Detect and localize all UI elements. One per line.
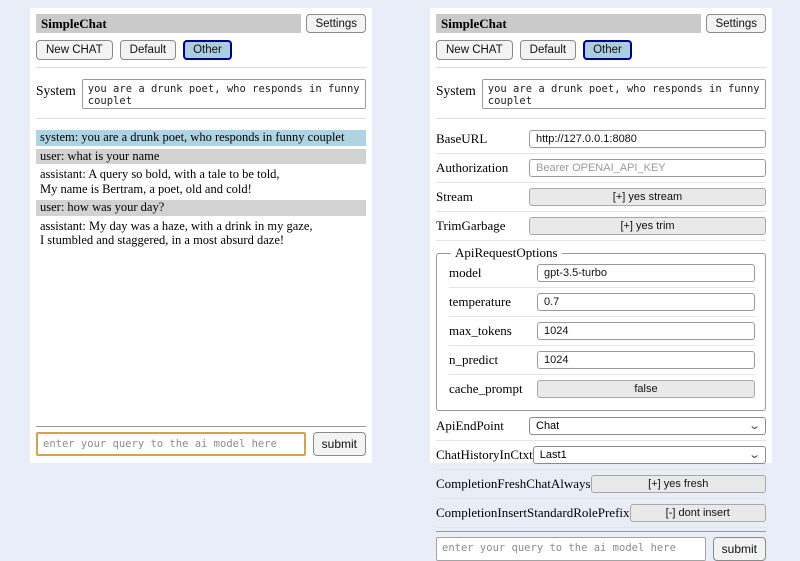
settings-button[interactable]: Settings — [706, 14, 766, 33]
new-chat-button[interactable]: New CHAT — [36, 40, 113, 60]
setting-row-apiendpoint: ApiEndPoint Chat ⌄ — [436, 415, 766, 441]
setting-label: cache_prompt — [449, 381, 537, 397]
setting-label: TrimGarbage — [436, 218, 529, 234]
temperature-input[interactable] — [537, 293, 755, 311]
setting-label: ChatHistoryInCtxt — [436, 447, 533, 463]
setting-label: temperature — [449, 294, 537, 310]
chathistoryinctxt-select[interactable]: Last1 ⌄ — [533, 446, 766, 464]
system-label: System — [436, 79, 476, 109]
api-request-options-fieldset: ApiRequestOptions model temperature max_… — [436, 245, 766, 411]
n-predict-input[interactable] — [537, 351, 755, 369]
max-tokens-input[interactable] — [537, 322, 755, 340]
header: SimpleChat Settings — [436, 14, 766, 33]
setting-label: Authorization — [436, 160, 529, 176]
header: SimpleChat Settings — [36, 14, 366, 33]
submit-button[interactable]: submit — [713, 537, 766, 561]
system-prompt-row: System you are a drunk poet, who respond… — [436, 79, 766, 119]
settings-button[interactable]: Settings — [306, 14, 366, 33]
session-button-other[interactable]: Other — [583, 40, 632, 60]
roleprefix-toggle-button[interactable]: [-] dont insert — [630, 504, 766, 522]
stream-toggle-button[interactable]: [+] yes stream — [529, 188, 766, 206]
setting-label: model — [449, 265, 537, 281]
app-title: SimpleChat — [36, 14, 301, 33]
setting-row-chathistoryinctxt: ChatHistoryInCtxt Last1 ⌄ — [436, 444, 766, 470]
app-title: SimpleChat — [436, 14, 701, 33]
setting-label: Stream — [436, 189, 529, 205]
query-bar: submit — [436, 531, 766, 561]
cache-prompt-toggle-button[interactable]: false — [537, 380, 755, 398]
query-bar: submit — [36, 426, 366, 456]
setting-row-n-predict: n_predict — [449, 349, 755, 375]
setting-label: BaseURL — [436, 131, 529, 147]
page: SimpleChat Settings New CHAT Default Oth… — [0, 0, 800, 480]
setting-row-completionfreshchatalways: CompletionFreshChatAlways [+] yes fresh — [436, 473, 766, 499]
session-toolbar: New CHAT Default Other — [36, 40, 366, 68]
baseurl-input[interactable] — [529, 130, 766, 148]
chat-message-system: system: you are a drunk poet, who respon… — [36, 130, 366, 146]
chat-message-user: user: what is your name — [36, 149, 366, 165]
chat-message-assistant: assistant: A query so bold, with a tale … — [36, 167, 366, 197]
system-prompt-input[interactable]: you are a drunk poet, who responds in fu… — [482, 79, 766, 109]
completionfresh-toggle-button[interactable]: [+] yes fresh — [591, 475, 766, 493]
setting-row-authorization: Authorization — [436, 157, 766, 183]
setting-row-stream: Stream [+] yes stream — [436, 186, 766, 212]
setting-label: n_predict — [449, 352, 537, 368]
system-label: System — [36, 79, 76, 109]
query-input[interactable] — [436, 537, 706, 561]
setting-label: ApiEndPoint — [436, 418, 529, 434]
setting-row-cache-prompt: cache_prompt false — [449, 378, 755, 403]
apiendpoint-select[interactable]: Chat ⌄ — [529, 417, 766, 435]
setting-row-max-tokens: max_tokens — [449, 320, 755, 346]
setting-row-model: model — [449, 262, 755, 288]
chat-message-list: system: you are a drunk poet, who respon… — [36, 130, 366, 252]
setting-row-trimgarbage: TrimGarbage [+] yes trim — [436, 215, 766, 241]
session-button-other[interactable]: Other — [183, 40, 232, 60]
system-prompt-row: System you are a drunk poet, who respond… — [36, 79, 366, 119]
selected-option: Chat — [536, 420, 559, 432]
session-button-default[interactable]: Default — [120, 40, 176, 60]
chat-message-user: user: how was your day? — [36, 200, 366, 216]
setting-row-completioninsertstandardroleprefix: CompletionInsertStandardRolePrefix [-] d… — [436, 502, 766, 528]
setting-row-baseurl: BaseURL — [436, 128, 766, 154]
trimgarbage-toggle-button[interactable]: [+] yes trim — [529, 217, 766, 235]
authorization-input[interactable] — [529, 159, 766, 177]
setting-label: CompletionFreshChatAlways — [436, 476, 591, 492]
new-chat-button[interactable]: New CHAT — [436, 40, 513, 60]
setting-row-temperature: temperature — [449, 291, 755, 317]
selected-option: Last1 — [540, 449, 567, 461]
session-toolbar: New CHAT Default Other — [436, 40, 766, 68]
setting-label: max_tokens — [449, 323, 537, 339]
chat-panel: SimpleChat Settings New CHAT Default Oth… — [30, 8, 372, 463]
fieldset-legend: ApiRequestOptions — [451, 245, 562, 261]
chevron-down-icon: ⌄ — [748, 421, 761, 431]
chat-message-assistant: assistant: My day was a haze, with a dri… — [36, 219, 366, 249]
model-input[interactable] — [537, 264, 755, 282]
query-input[interactable] — [36, 432, 306, 456]
submit-button[interactable]: submit — [313, 432, 366, 456]
spacer — [36, 252, 366, 427]
setting-label: CompletionInsertStandardRolePrefix — [436, 505, 630, 521]
settings-panel: SimpleChat Settings New CHAT Default Oth… — [430, 8, 772, 463]
session-button-default[interactable]: Default — [520, 40, 576, 60]
chevron-down-icon: ⌄ — [748, 450, 761, 460]
system-prompt-input[interactable]: you are a drunk poet, who responds in fu… — [82, 79, 366, 109]
